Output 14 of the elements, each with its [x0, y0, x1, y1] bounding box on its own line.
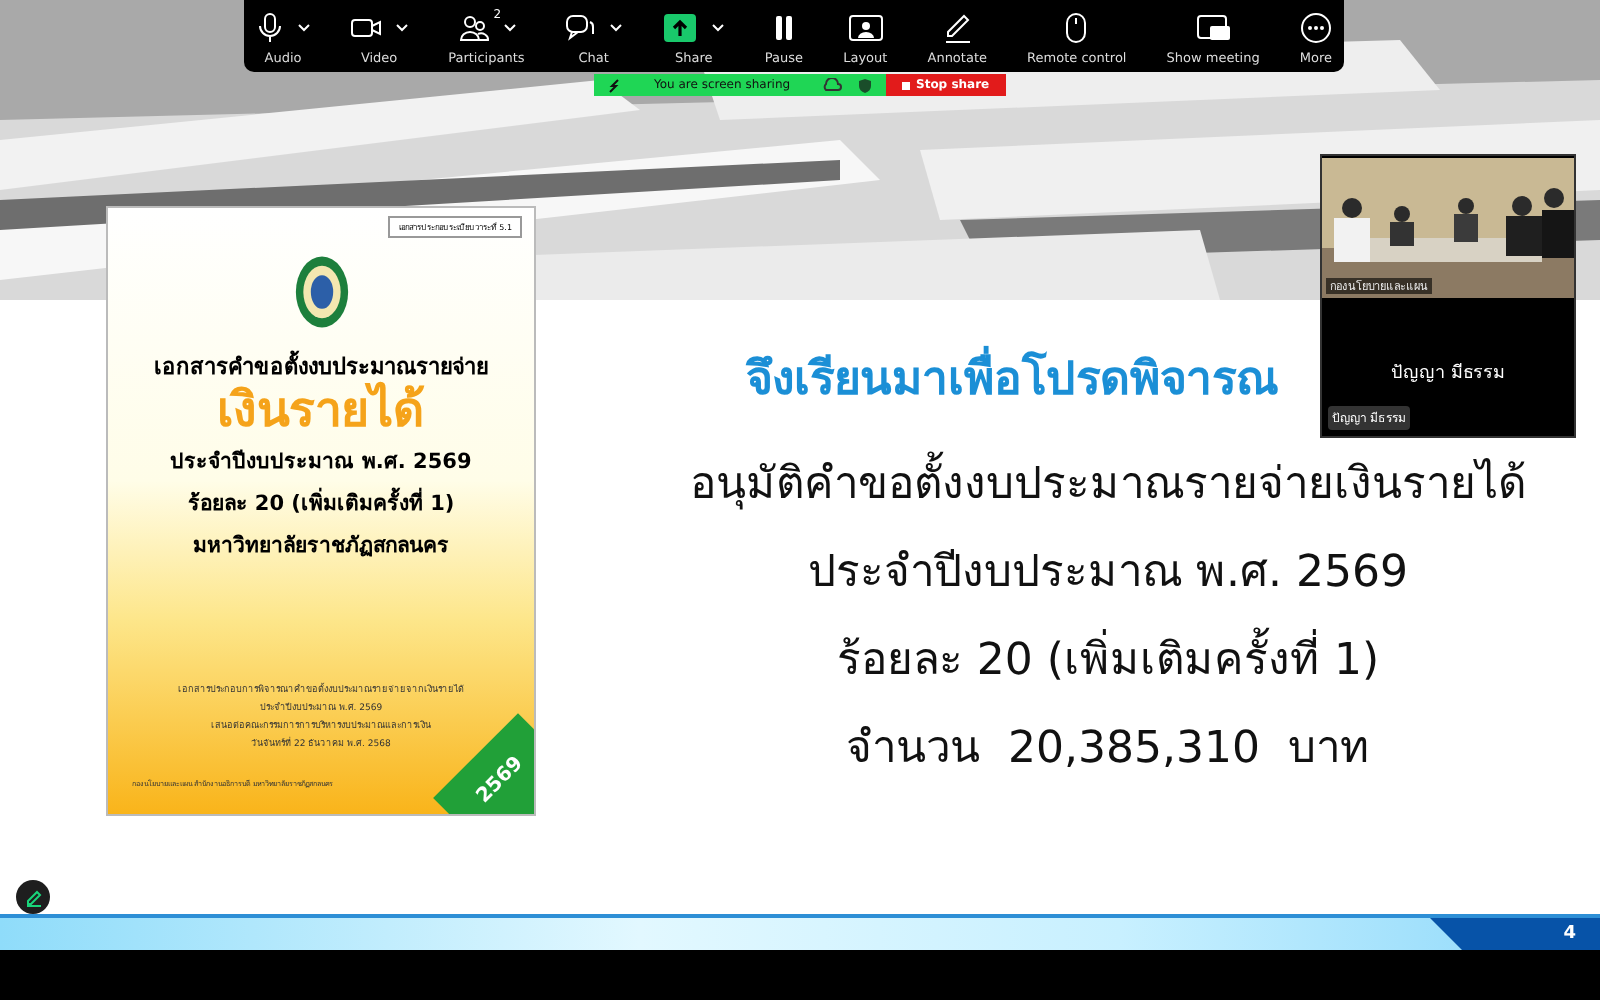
pen-button[interactable] [16, 880, 50, 914]
cover-line: ร้อยละ 20 (เพิ่มเติมครั้งที่ 1) [187, 486, 455, 521]
slide-text: อนุมัติคำขอตั้งงบประมาณรายจ่ายเงินรายได้ [690, 442, 1526, 530]
slide-text: ร้อยละ 20 (เพิ่มเติมครั้งที่ 1) [836, 618, 1380, 706]
pen-icon [23, 887, 43, 907]
slide-heading: จึงเรียนมาเพื่อโปรดพิจารณ [746, 342, 1278, 414]
slide-text: จำนวน 20,385,310 บาท [846, 722, 1370, 778]
cover-line: มหาวิทยาลัยราชภัฏสกลนคร [193, 532, 449, 563]
page-number: 4 [1563, 924, 1576, 944]
slide-text: ประจำปีงบประมาณ พ.ศ. 2569 [808, 546, 1408, 602]
cover-title: เอกสารคำขอตั้งงบประมาณรายจ่าย [154, 348, 488, 381]
cover-highlight: เงินรายได้ [217, 384, 425, 437]
cover-line: ประจำปีงบประมาณ พ.ศ. 2569 [170, 447, 472, 479]
participant-name: ปัญญา มีธรรม [1391, 361, 1505, 386]
